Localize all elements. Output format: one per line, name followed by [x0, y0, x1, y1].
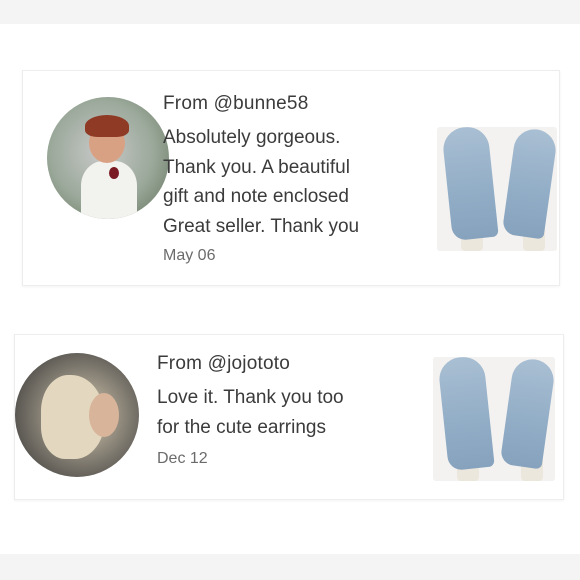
- message-line: Absolutely gorgeous.: [163, 127, 341, 148]
- avatar-face: [89, 393, 119, 437]
- review-message: Love it. Thank you too for the cute earr…: [157, 383, 344, 442]
- message-line: Love it. Thank you too: [157, 387, 344, 408]
- review-text: From @jojototo Love it. Thank you too fo…: [157, 353, 344, 468]
- review-card[interactable]: From @jojototo Love it. Thank you too fo…: [14, 334, 564, 500]
- review-screen: From @bunne58 Absolutely gorgeous. Thank…: [0, 0, 580, 580]
- message-line: Great seller. Thank you: [163, 215, 360, 237]
- review-date: Dec 12: [157, 450, 208, 467]
- model-figure-left: [437, 357, 495, 481]
- review-card[interactable]: From @bunne58 Absolutely gorgeous. Thank…: [22, 70, 560, 286]
- model-figure-left: [441, 127, 499, 251]
- top-band: [0, 0, 580, 24]
- product-thumbnail[interactable]: [433, 357, 555, 481]
- message-line: Thank you. A beautiful: [163, 156, 350, 178]
- avatar-hair: [85, 115, 129, 137]
- message-line: gift and note enclosed: [163, 186, 349, 207]
- model-figure-right: [501, 127, 557, 251]
- review-text: From @bunne58 Absolutely gorgeous. Thank…: [163, 93, 359, 265]
- review-date: May 06: [163, 247, 216, 264]
- review-from[interactable]: From @bunne58: [163, 93, 359, 115]
- product-thumbnail[interactable]: [437, 127, 557, 251]
- bottom-band: [0, 554, 580, 580]
- message-line: for the cute earrings: [157, 416, 326, 438]
- avatar[interactable]: [15, 353, 139, 477]
- review-from[interactable]: From @jojototo: [157, 353, 344, 375]
- avatar-wine-glass: [109, 167, 119, 179]
- avatar[interactable]: [47, 97, 169, 219]
- review-message: Absolutely gorgeous. Thank you. A beauti…: [163, 123, 359, 241]
- model-figure-right: [499, 357, 555, 481]
